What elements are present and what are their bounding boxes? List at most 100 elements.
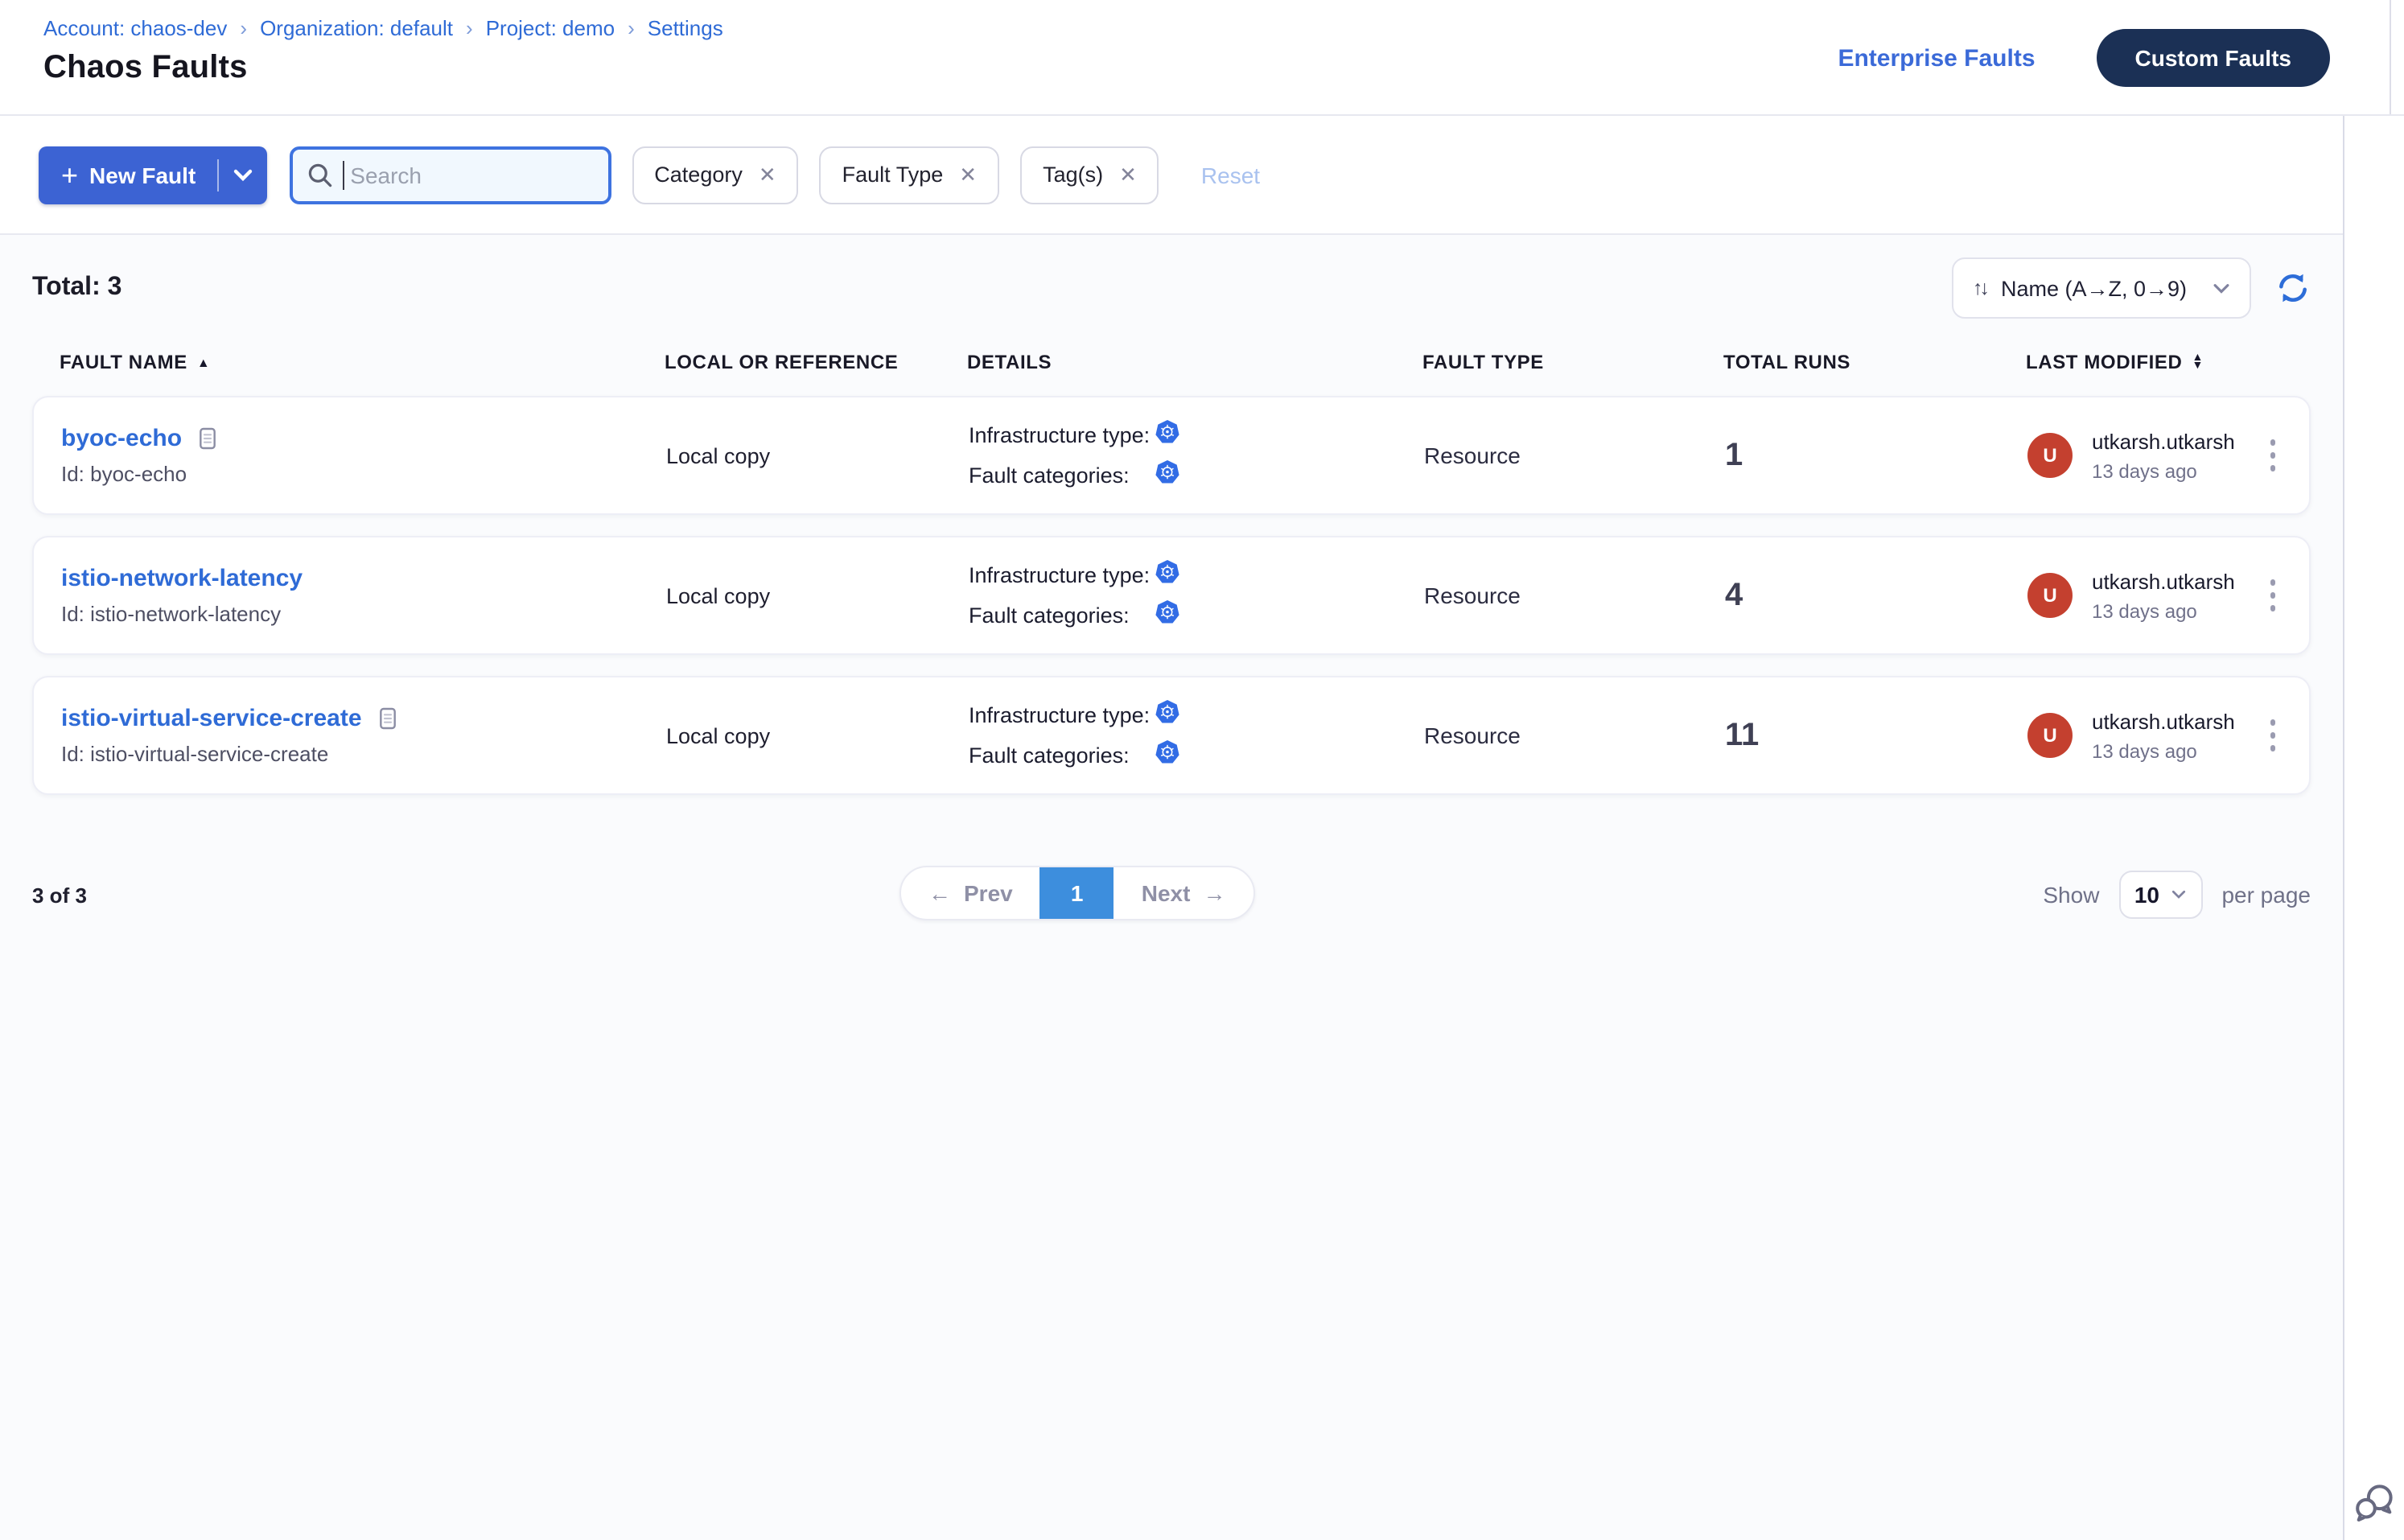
arrow-left-icon: ←: [928, 880, 951, 906]
fault-type-value: Resource: [1424, 583, 1725, 608]
column-label: LAST MODIFIED: [2026, 351, 2182, 373]
fault-categories-label: Fault categories:: [969, 743, 1154, 768]
fault-list: byoc-echo Id: byoc-echo Local copy Infra…: [32, 396, 2311, 795]
pagination-range: 3 of 3: [32, 883, 87, 907]
fault-id: Id: istio-virtual-service-create: [61, 742, 666, 766]
page-size-value: 10: [2134, 882, 2159, 908]
kubernetes-icon: [1154, 738, 1181, 773]
page-header: Account: chaos-dev › Organization: defau…: [0, 0, 2404, 116]
faults-list-area: Total: 3 ↑↓ Name (A→Z, 0→9): [0, 235, 2343, 1540]
infrastructure-type-label: Infrastructure type:: [969, 703, 1154, 727]
fault-type-value: Resource: [1424, 443, 1725, 468]
modified-time: 13 days ago: [2092, 459, 2235, 482]
refresh-button[interactable]: [2275, 270, 2311, 306]
filter-chip-label: Tag(s): [1043, 163, 1103, 187]
row-menu-button[interactable]: [2263, 570, 2282, 620]
kubernetes-icon: [1154, 558, 1181, 593]
fault-row: istio-network-latency Id: istio-network-…: [32, 536, 2311, 655]
next-page-button[interactable]: Next →: [1114, 867, 1253, 919]
filter-chip-category[interactable]: Category ✕: [632, 146, 798, 204]
avatar: U: [2027, 713, 2073, 758]
header-right-divider: [2390, 0, 2391, 114]
avatar: U: [2027, 573, 2073, 618]
breadcrumb-link-project[interactable]: Project: demo: [486, 16, 615, 40]
faults-toolbar: + New Fault Category: [0, 116, 2343, 235]
show-label: Show: [2043, 882, 2099, 908]
row-menu-button[interactable]: [2263, 710, 2282, 760]
column-label: FAULT NAME: [60, 351, 187, 373]
custom-faults-button[interactable]: Custom Faults: [2097, 29, 2330, 87]
column-header-fault-type: FAULT TYPE: [1422, 351, 1723, 373]
column-header-total-runs: TOTAL RUNS: [1723, 351, 2026, 373]
new-fault-button[interactable]: + New Fault: [39, 146, 266, 204]
local-or-reference-value: Local copy: [666, 443, 969, 467]
table-header: FAULT NAME ▲ LOCAL OR REFERENCE DETAILS …: [32, 351, 2311, 373]
kubernetes-icon: [1154, 698, 1181, 733]
fault-name-link[interactable]: istio-network-latency: [61, 565, 303, 592]
chaos-faults-page: Account: chaos-dev › Organization: defau…: [0, 0, 2404, 1540]
close-icon[interactable]: ✕: [1119, 164, 1137, 185]
right-rail: [2343, 116, 2404, 1540]
enterprise-faults-link[interactable]: Enterprise Faults: [1838, 44, 2035, 72]
modified-by: utkarsh.utkarsh: [2092, 569, 2235, 593]
fault-row: istio-virtual-service-create Id: istio-v…: [32, 676, 2311, 795]
column-header-fault-name[interactable]: FAULT NAME ▲: [60, 351, 665, 373]
copy-icon[interactable]: [196, 425, 219, 452]
arrow-right-icon: →: [1203, 880, 1225, 906]
filter-chip-label: Fault Type: [842, 163, 944, 187]
filter-chip-tags[interactable]: Tag(s) ✕: [1020, 146, 1159, 204]
search-icon: [305, 160, 334, 197]
fault-row: byoc-echo Id: byoc-echo Local copy Infra…: [32, 396, 2311, 515]
close-icon[interactable]: ✕: [759, 164, 776, 185]
text-caret: [342, 160, 344, 189]
close-icon[interactable]: ✕: [959, 164, 977, 185]
sort-both-icon: ▲▼: [2192, 353, 2203, 371]
sort-updown-icon: ↑↓: [1973, 277, 1986, 299]
filter-chip-fault-type[interactable]: Fault Type ✕: [820, 146, 999, 204]
search-input[interactable]: [289, 146, 611, 204]
breadcrumb-link-settings[interactable]: Settings: [648, 16, 723, 40]
copy-icon[interactable]: [377, 705, 399, 732]
kubernetes-icon: [1154, 418, 1181, 453]
page-size-select[interactable]: 10: [2118, 871, 2202, 919]
fault-categories-label: Fault categories:: [969, 603, 1154, 628]
per-page-label: per page: [2221, 882, 2311, 908]
total-runs-value: 4: [1725, 577, 2027, 614]
sort-select-value: Name (A→Z, 0→9): [2001, 276, 2187, 300]
sort-asc-icon: ▲: [197, 355, 210, 369]
breadcrumb-link-organization[interactable]: Organization: default: [260, 16, 453, 40]
fault-categories-label: Fault categories:: [969, 463, 1154, 488]
plus-icon: +: [61, 160, 78, 189]
chevron-right-icon: ›: [240, 16, 247, 40]
total-runs-value: 11: [1725, 717, 2027, 754]
new-fault-dropdown-toggle[interactable]: [218, 146, 266, 204]
column-header-last-modified[interactable]: LAST MODIFIED ▲▼: [2026, 351, 2245, 373]
local-or-reference-value: Local copy: [666, 583, 969, 607]
local-or-reference-value: Local copy: [666, 723, 969, 747]
fault-name-link[interactable]: byoc-echo: [61, 425, 182, 452]
modified-time: 13 days ago: [2092, 739, 2235, 762]
fault-name-link[interactable]: istio-virtual-service-create: [61, 705, 362, 732]
chevron-down-icon: [2171, 890, 2187, 900]
reset-filters-button[interactable]: Reset: [1201, 162, 1260, 187]
infrastructure-type-label: Infrastructure type:: [969, 563, 1154, 587]
total-count: Total: 3: [32, 274, 121, 303]
filter-chip-label: Category: [654, 163, 743, 187]
kubernetes-icon: [1154, 458, 1181, 493]
prev-page-button[interactable]: ← Prev: [901, 867, 1040, 919]
breadcrumb-link-account[interactable]: Account: chaos-dev: [43, 16, 227, 40]
pagination-bar: 3 of 3 ← Prev 1 Next → Show: [32, 866, 2311, 924]
sort-select[interactable]: ↑↓ Name (A→Z, 0→9): [1952, 257, 2251, 319]
row-menu-button[interactable]: [2263, 430, 2282, 480]
new-fault-label: New Fault: [89, 162, 196, 187]
page-1-button[interactable]: 1: [1040, 867, 1114, 919]
avatar: U: [2027, 433, 2073, 478]
chevron-right-icon: ›: [466, 16, 473, 40]
modified-by: utkarsh.utkarsh: [2092, 709, 2235, 733]
pager: ← Prev 1 Next →: [899, 866, 1254, 920]
next-label: Next: [1142, 880, 1191, 906]
fault-id: Id: istio-network-latency: [61, 602, 666, 626]
help-chat-button[interactable]: [2353, 1482, 2396, 1524]
fault-type-value: Resource: [1424, 723, 1725, 748]
new-fault-button-main[interactable]: + New Fault: [39, 146, 216, 204]
